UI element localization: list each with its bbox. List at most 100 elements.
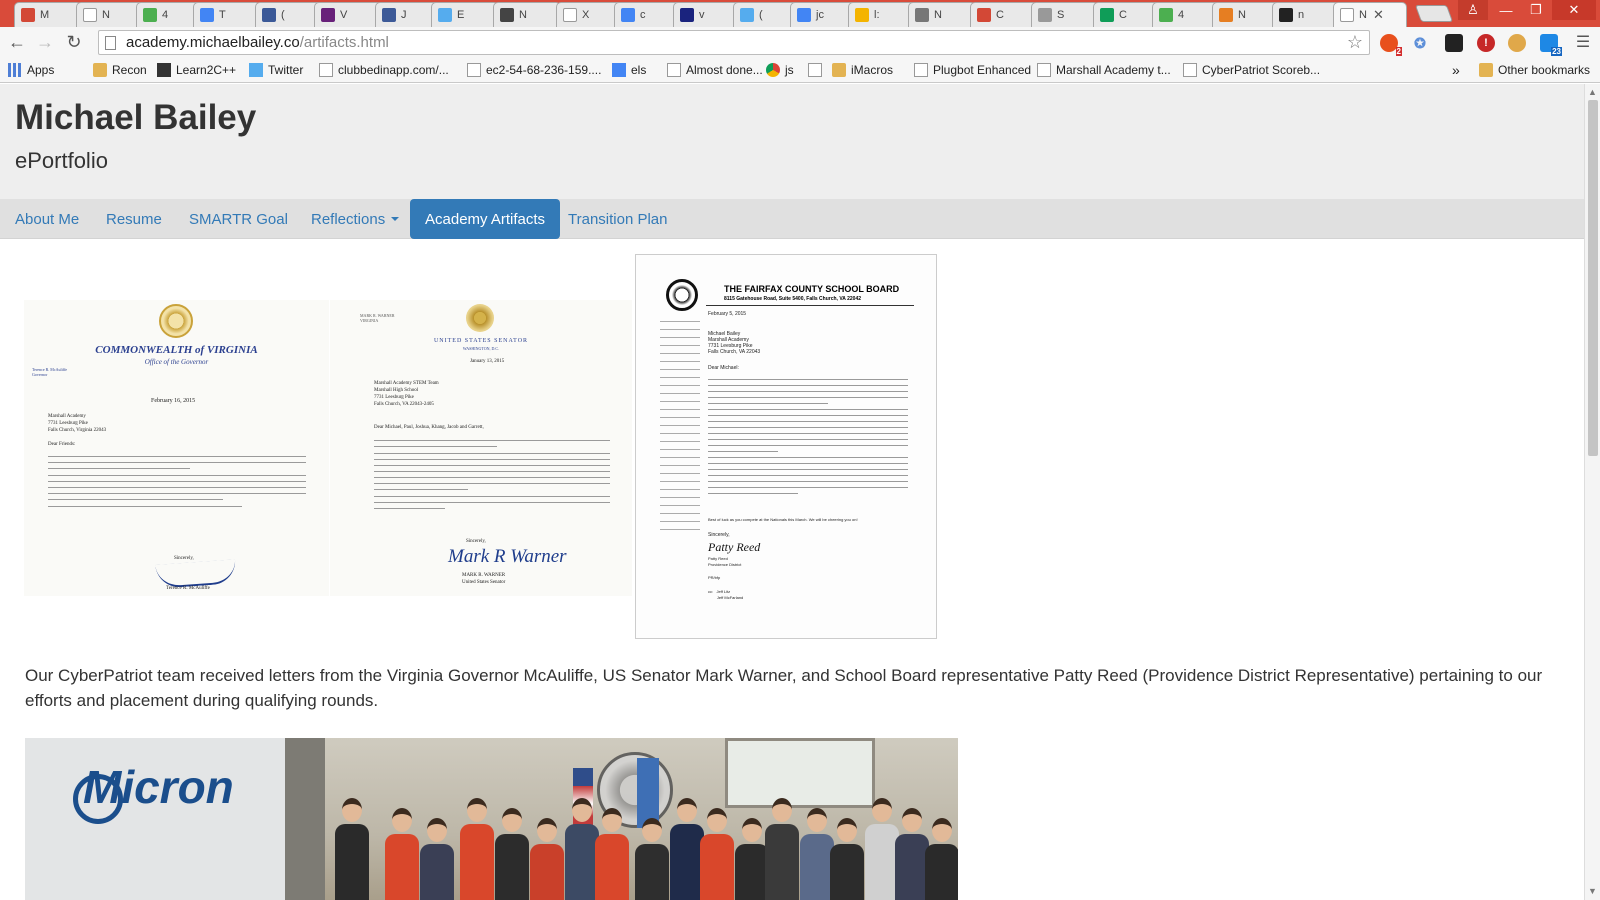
address-bar[interactable]: academy.michaelbailey.co/artifacts.html … bbox=[98, 30, 1370, 55]
scroll-down-icon[interactable]: ▼ bbox=[1588, 886, 1597, 896]
page-icon bbox=[467, 63, 481, 77]
senator-closing: Sincerely, bbox=[466, 539, 486, 544]
person-body bbox=[460, 824, 494, 900]
scroll-thumb[interactable] bbox=[1588, 100, 1598, 456]
chrome-menu-icon[interactable]: ☰ bbox=[1571, 30, 1595, 54]
forward-button[interactable]: → bbox=[33, 30, 57, 54]
board-cc: cc: Jeff Litz Jeff McFarland bbox=[708, 589, 744, 600]
nav-reflections[interactable]: Reflections bbox=[296, 199, 414, 239]
gmail-icon bbox=[21, 8, 35, 22]
browser-tab[interactable]: M bbox=[14, 2, 82, 27]
tab-title: M bbox=[40, 9, 50, 21]
person bbox=[565, 798, 599, 900]
browser-tab[interactable]: C bbox=[970, 2, 1038, 27]
bookmark-star-icon[interactable]: ☆ bbox=[1347, 32, 1363, 53]
tab-title: N bbox=[1238, 9, 1246, 21]
person-head bbox=[707, 808, 727, 832]
person-head bbox=[872, 798, 892, 822]
browser-tab[interactable]: N bbox=[493, 2, 561, 27]
tab-title: v bbox=[699, 9, 705, 21]
nav-transition-plan[interactable]: Transition Plan bbox=[553, 199, 683, 239]
bookmark-item[interactable]: Plugbot Enhanced bbox=[914, 61, 1031, 79]
page-icon bbox=[83, 8, 97, 22]
senator-date: January 13, 2015 bbox=[470, 359, 505, 364]
bookmark-item[interactable]: Twitter bbox=[249, 61, 303, 79]
site-subtitle: ePortfolio bbox=[15, 148, 108, 173]
bookmark-item[interactable]: clubbedinapp.com/... bbox=[319, 61, 449, 79]
nav-resume[interactable]: Resume bbox=[91, 199, 177, 239]
maximize-button[interactable]: ❐ bbox=[1522, 0, 1550, 20]
nav-academy-artifacts[interactable]: Academy Artifacts bbox=[410, 199, 561, 239]
bookmark-item[interactable]: Recon bbox=[93, 61, 147, 79]
browser-tab[interactable]: N bbox=[76, 2, 144, 27]
apps-label: Apps bbox=[27, 63, 55, 77]
bookmark-item[interactable]: js bbox=[766, 61, 794, 79]
new-tab-button[interactable] bbox=[1414, 5, 1454, 22]
close-tab-icon[interactable]: ✕ bbox=[1373, 7, 1384, 23]
bookmark-item[interactable]: iMacros bbox=[832, 61, 893, 79]
browser-tab[interactable]: N bbox=[908, 2, 976, 27]
minimize-button[interactable]: — bbox=[1492, 0, 1520, 20]
person-head bbox=[677, 798, 697, 822]
person bbox=[865, 798, 899, 900]
board-rule bbox=[706, 305, 914, 306]
tab-title: N bbox=[934, 9, 942, 21]
extension-icon[interactable] bbox=[1445, 34, 1463, 52]
nav-smartr-goal[interactable]: SMARTR Goal bbox=[174, 199, 303, 239]
bookmark-item[interactable] bbox=[808, 61, 827, 79]
governor-date: February 16, 2015 bbox=[151, 398, 196, 404]
other-bookmarks[interactable]: Other bookmarks bbox=[1479, 61, 1590, 79]
url-path: /artifacts.html bbox=[299, 34, 389, 51]
page-scrollbar[interactable]: ▲ ▼ bbox=[1584, 84, 1600, 900]
bookmark-item[interactable]: Learn2C++ bbox=[157, 61, 236, 79]
reload-button[interactable]: ↻ bbox=[62, 30, 86, 54]
person-body bbox=[530, 844, 564, 900]
person-head bbox=[932, 818, 952, 842]
bookmark-item[interactable]: ec2-54-68-236-159.... bbox=[467, 61, 601, 79]
extension-icon[interactable]: 2 bbox=[1380, 34, 1402, 56]
browser-tab[interactable]: ( bbox=[255, 2, 323, 27]
folder-icon bbox=[1479, 63, 1493, 77]
tab-title: N bbox=[519, 9, 527, 21]
browser-tab[interactable]: C bbox=[1093, 2, 1161, 27]
browser-tab[interactable]: V bbox=[314, 2, 382, 27]
person-head bbox=[902, 808, 922, 832]
bookmark-item[interactable]: els bbox=[612, 61, 646, 79]
extension-icon[interactable]: 23 bbox=[1540, 34, 1562, 56]
browser-tab[interactable]: 4 bbox=[1152, 2, 1220, 27]
tab-title: ( bbox=[281, 9, 285, 21]
senator-corner: MARK R. WARNER VIRGINIA bbox=[360, 313, 395, 323]
site-title: Michael Bailey bbox=[15, 98, 257, 137]
extension-badge: 23 bbox=[1551, 47, 1562, 56]
browser-tab[interactable]: N bbox=[1212, 2, 1280, 27]
extension-icon[interactable]: ✪ bbox=[1411, 34, 1429, 52]
tab-active[interactable]: N ✕ bbox=[1333, 2, 1407, 27]
twitter-icon bbox=[249, 63, 263, 77]
browser-tab[interactable]: T bbox=[193, 2, 261, 27]
person bbox=[765, 798, 799, 900]
senator-letter-image: MARK R. WARNER VIRGINIA UNITED STATES SE… bbox=[330, 300, 632, 596]
user-profile-button[interactable]: ♙ bbox=[1458, 0, 1488, 20]
ublock-icon[interactable]: ! bbox=[1477, 34, 1495, 52]
bookmark-label: iMacros bbox=[851, 63, 894, 77]
browser-tab[interactable]: n bbox=[1272, 2, 1340, 27]
apps-bookmark[interactable]: Apps bbox=[8, 61, 54, 79]
close-window-button[interactable]: ✕ bbox=[1552, 0, 1596, 20]
browser-tab[interactable]: l: bbox=[848, 2, 916, 27]
bookmark-item[interactable]: Marshall Academy t... bbox=[1037, 61, 1171, 79]
cookie-icon[interactable] bbox=[1508, 34, 1526, 52]
nav-about-me[interactable]: About Me bbox=[0, 199, 94, 239]
browser-tab[interactable]: v bbox=[673, 2, 741, 27]
scroll-up-icon[interactable]: ▲ bbox=[1588, 87, 1597, 97]
browser-tab[interactable]: S bbox=[1031, 2, 1099, 27]
back-button[interactable]: ← bbox=[5, 30, 29, 54]
person-body bbox=[925, 844, 958, 900]
browser-tab[interactable]: E bbox=[431, 2, 499, 27]
person bbox=[670, 798, 704, 900]
bookmark-item[interactable]: CyberPatriot Scoreb... bbox=[1183, 61, 1320, 79]
bookmark-more[interactable]: » bbox=[1452, 61, 1460, 79]
bookmark-item[interactable]: Almost done... bbox=[667, 61, 763, 79]
person-head bbox=[602, 808, 622, 832]
board-closing-line: Best of luck as you compete at the Natio… bbox=[708, 517, 858, 522]
browser-tab[interactable]: c bbox=[614, 2, 682, 27]
